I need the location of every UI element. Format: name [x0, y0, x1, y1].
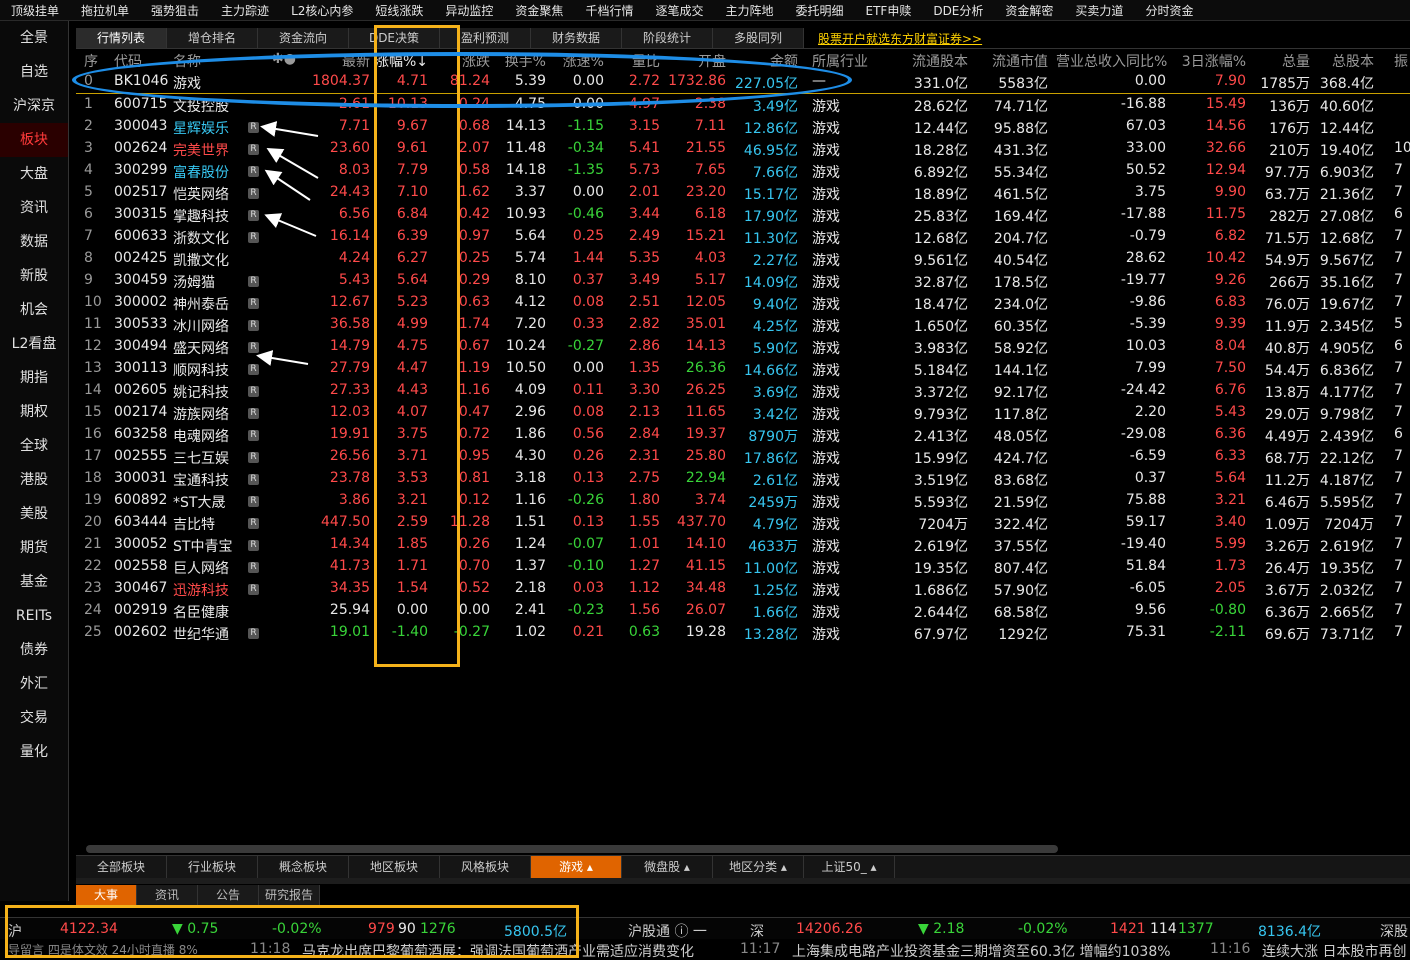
arrow-icon	[256, 350, 309, 366]
arrow-icon	[264, 213, 317, 237]
arrow-icon	[260, 121, 319, 137]
arrow-icon	[266, 147, 319, 179]
annotation-arrows	[256, 121, 319, 366]
arrow-icon	[264, 169, 311, 201]
